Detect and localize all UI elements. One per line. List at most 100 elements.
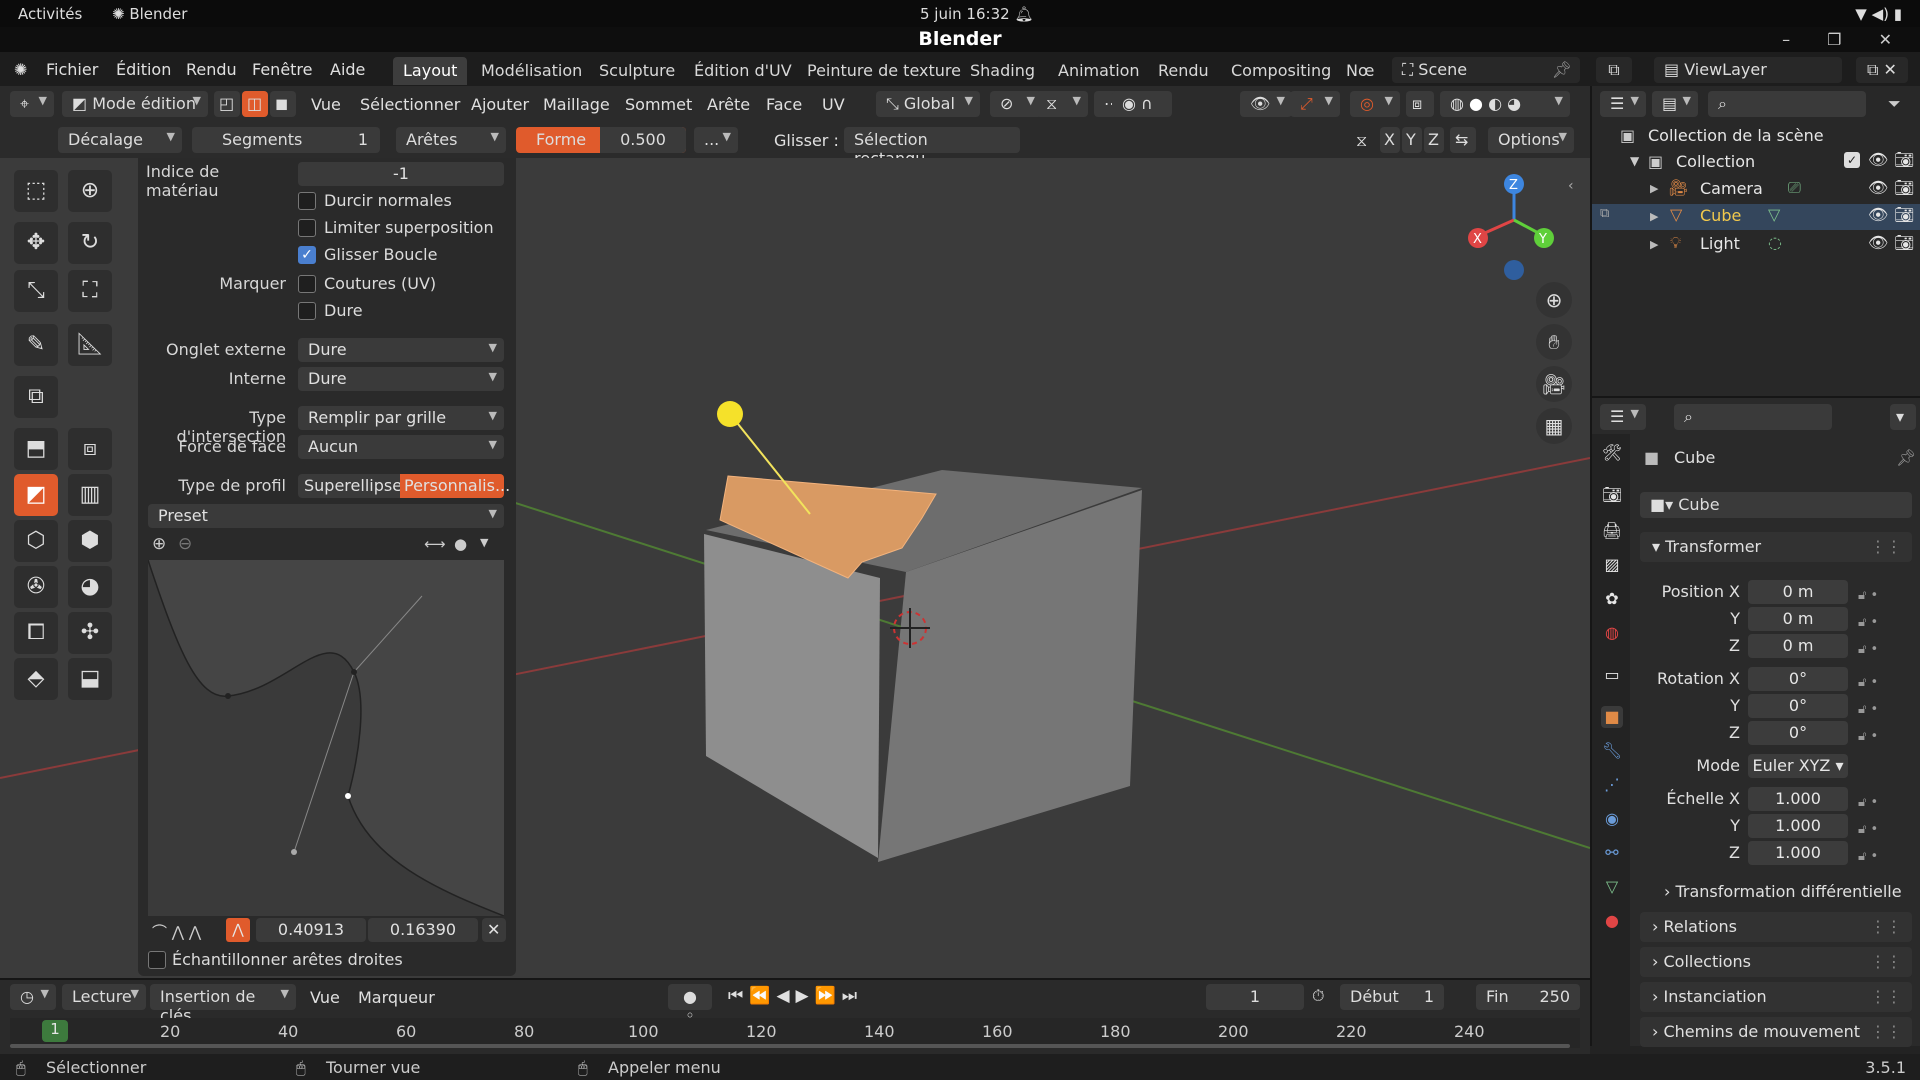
camera-data-icon[interactable]: ⎚ — [1788, 178, 1801, 198]
modifier-tab-icon[interactable]: 🔧︎ — [1601, 740, 1623, 762]
camera-render-icon[interactable]: 📷︎ — [1894, 178, 1914, 197]
keying-menu[interactable]: Insertion de clés ▼ — [150, 984, 296, 1025]
poly-build-tool-icon[interactable]: ⬢ — [68, 520, 112, 562]
edge-slide-tool-icon[interactable]: ⧠ — [14, 612, 58, 654]
outliner-item-camera[interactable]: Camera — [1700, 179, 1763, 198]
transform-tool-icon[interactable]: ⛶ — [68, 270, 112, 312]
properties-options-icon[interactable]: ▾ — [1890, 404, 1916, 430]
rotation-mode-dropdown[interactable]: Euler XYZ ▾ — [1748, 754, 1848, 778]
shrink-tool-icon[interactable]: ✣ — [68, 612, 112, 654]
system-tray[interactable]: ▼ ◀) ▮ — [1855, 5, 1902, 23]
mirror-x-button[interactable]: X — [1380, 127, 1400, 153]
timeline-ruler[interactable]: 1 20 40 60 80 100 120 140 160 180 200 22… — [10, 1018, 1580, 1048]
intersection-type-dropdown[interactable]: Remplir par grille ▼ — [298, 406, 504, 430]
profile-curve-editor[interactable] — [148, 560, 504, 916]
scale-x-field[interactable]: 1.000 — [1748, 787, 1848, 811]
drag-handle-icon[interactable]: ⋮⋮ — [1870, 537, 1902, 556]
navigation-gizmo[interactable]: Z X Y — [1464, 172, 1564, 292]
vertex-select-icon[interactable]: ◰ — [214, 91, 240, 117]
motion-paths-panel-header[interactable]: › Chemins de mouvement ⋮⋮ — [1640, 1017, 1912, 1047]
handle-auto-icon[interactable]: ⌒ ⋀ ⋀ — [152, 921, 201, 942]
light-render-icon[interactable]: 📷︎ — [1894, 233, 1914, 252]
orientation-selector[interactable]: ⤡ Global ▼ — [876, 91, 980, 117]
record-icon[interactable]: ● ◦ — [668, 984, 712, 1025]
xray-icon[interactable]: ⧈ — [1406, 91, 1434, 117]
face-strength-dropdown[interactable]: Aucun ▼ — [298, 435, 504, 459]
menu-select[interactable]: Sélectionner — [360, 95, 460, 114]
curve-reset-icon[interactable]: ● — [454, 535, 467, 553]
particles-tab-icon[interactable]: ⋰ — [1601, 774, 1623, 796]
start-frame-field[interactable]: Début 1 — [1340, 984, 1444, 1010]
transform-panel-header[interactable]: ▾ Transformer ⋮⋮ — [1640, 532, 1912, 562]
activities-button[interactable]: Activités — [18, 5, 82, 23]
timeline-marker-menu[interactable]: Marqueur — [358, 988, 435, 1007]
timeline-scrollbar[interactable] — [10, 1044, 1570, 1048]
handle-vector-icon[interactable]: ⋀ — [226, 918, 250, 942]
menu-mesh[interactable]: Maillage — [543, 95, 610, 114]
timeline-editor-icon[interactable]: ◷ ▼ — [10, 984, 56, 1010]
tab-sculpting[interactable]: Sculpture — [589, 57, 685, 85]
curve-x-field[interactable]: 0.40913 — [256, 918, 366, 942]
outliner-item-cube[interactable]: Cube — [1700, 206, 1741, 225]
profile-point-selected[interactable] — [345, 793, 351, 799]
proportional-edit-icon[interactable]: ◉ ∩ — [1112, 91, 1172, 117]
data-tab-icon[interactable]: ▽ — [1601, 876, 1623, 898]
collection-label[interactable]: Collection — [1676, 152, 1755, 171]
menu-face[interactable]: Face — [766, 95, 802, 114]
mark-sharp-checkbox[interactable] — [298, 302, 316, 320]
rip-tool-icon[interactable]: ⬓ — [68, 658, 112, 700]
output-tab-icon[interactable]: 🖨︎ — [1601, 520, 1623, 542]
outliner-editor-icon[interactable]: ☰ ▼ — [1600, 91, 1646, 117]
miter-outer-dropdown[interactable]: Dure ▼ — [298, 338, 504, 362]
collection-visibility-icon[interactable]: 👁︎ — [1868, 150, 1888, 169]
properties-editor-icon[interactable]: ☰ ▼ — [1600, 404, 1646, 430]
rotation-y-field[interactable]: 0° — [1748, 694, 1848, 718]
gizmo-icon[interactable]: ⤢ ▼ — [1290, 91, 1340, 117]
cube-render-icon[interactable]: 📷︎ — [1894, 205, 1914, 224]
scale-z-field[interactable]: 1.000 — [1748, 841, 1848, 865]
zoom-icon[interactable]: ⊕ — [1536, 282, 1572, 318]
menu-view[interactable]: Vue — [311, 95, 341, 114]
segments-field[interactable]: Segments 1 — [192, 127, 380, 153]
tab-shading[interactable]: Shading — [960, 57, 1045, 85]
loop-slide-checkbox[interactable]: ✓ — [298, 246, 316, 264]
app-menu[interactable]: ✺ Blender — [112, 5, 187, 23]
material-index-field[interactable]: -1 — [298, 162, 504, 186]
rotate-tool-icon[interactable]: ↻ — [68, 222, 112, 264]
options-dropdown[interactable]: Options ▼ — [1488, 127, 1574, 153]
object-name-field[interactable]: ■▾ Cube — [1640, 492, 1912, 518]
menu-uv[interactable]: UV — [822, 95, 845, 114]
tab-rendering[interactable]: Rendu — [1148, 57, 1219, 85]
menu-vertex[interactable]: Sommet — [625, 95, 692, 114]
display-mode-icon[interactable]: ▤ ▼ — [1652, 91, 1698, 117]
current-frame-marker[interactable]: 1 — [42, 1020, 68, 1042]
collection-tab-icon[interactable]: ▭ — [1601, 664, 1623, 686]
tab-uv-editing[interactable]: Édition d'UV — [684, 57, 802, 85]
new-scene-icon[interactable]: ⧉ — [1596, 57, 1632, 83]
cube-expand-icon[interactable]: ▶ — [1650, 210, 1658, 223]
relations-panel-header[interactable]: › Relations ⋮⋮ — [1640, 912, 1912, 942]
tab-texture-paint[interactable]: Peinture de texture — [797, 57, 971, 85]
auto-merge-icon[interactable]: ⇆ — [1450, 127, 1476, 153]
collections-panel-header[interactable]: › Collections ⋮⋮ — [1640, 947, 1912, 977]
overlay-icon[interactable]: ◎ ▼ — [1350, 91, 1400, 117]
outliner-item-light[interactable]: Light — [1700, 234, 1740, 253]
profile-point[interactable] — [225, 693, 231, 699]
menu-edit[interactable]: Édition — [116, 60, 171, 79]
camera-view-icon[interactable]: 🎥︎ — [1536, 366, 1572, 402]
menu-help[interactable]: Aide — [330, 60, 365, 79]
object-tab-icon[interactable]: ■ — [1601, 706, 1623, 728]
collection-render-icon[interactable]: 📷︎ — [1894, 150, 1914, 169]
clock[interactable]: 5 juin 16:32 🔔︎ — [920, 5, 1033, 23]
viewlayer-selector[interactable]: ▤ ViewLayer — [1654, 57, 1842, 83]
annotate-tool-icon[interactable]: ✎ — [14, 324, 58, 366]
world-tab-icon[interactable]: ◍ — [1601, 622, 1623, 644]
harden-normals-checkbox[interactable] — [298, 192, 316, 210]
tab-layout[interactable]: Layout — [393, 57, 468, 85]
slide-dropdown[interactable]: Sélection rectangu... — [844, 127, 1020, 168]
offset-type-dropdown[interactable]: Décalage ▼ — [58, 127, 182, 153]
light-visibility-icon[interactable]: 👁︎ — [1868, 233, 1888, 252]
rotation-lock-icons[interactable]: 🔓︎ • 🔓︎ • 🔓︎ • — [1858, 669, 1878, 750]
loop-cut-tool-icon[interactable]: ▥ — [68, 474, 112, 516]
current-frame-field[interactable]: 1 — [1206, 984, 1304, 1010]
